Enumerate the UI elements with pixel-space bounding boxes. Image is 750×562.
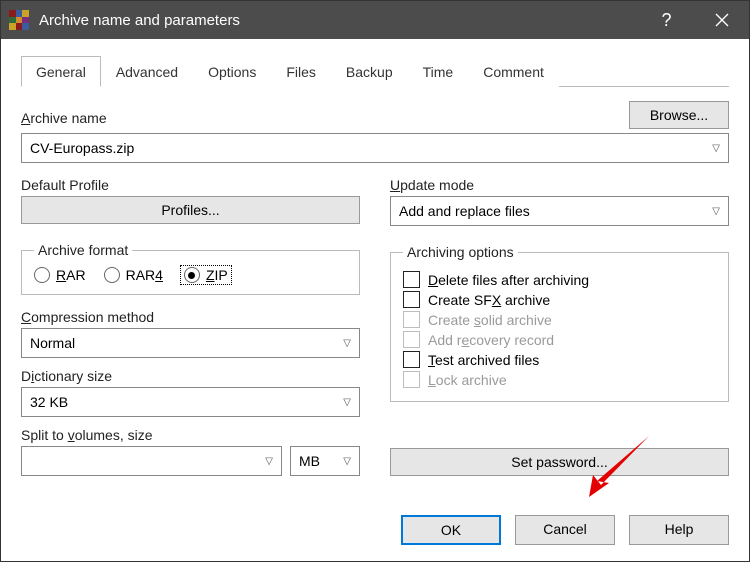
window-title: Archive name and parameters [39, 12, 639, 29]
dialog-body: General Advanced Options Files Backup Ti… [1, 39, 749, 501]
compression-label: Compression method [21, 309, 360, 325]
help-button[interactable]: Help [629, 515, 729, 545]
update-mode-value: Add and replace files [399, 203, 530, 219]
compression-value: Normal [30, 335, 75, 351]
check-recovery: Add recovery record [403, 331, 716, 348]
tab-general[interactable]: General [21, 56, 101, 87]
set-password-button[interactable]: Set password... [390, 448, 729, 476]
winrar-icon [9, 10, 29, 30]
split-unit-value: MB [299, 453, 320, 469]
chevron-down-icon: ▽ [343, 397, 351, 408]
chevron-down-icon: ▽ [343, 456, 351, 467]
cancel-button[interactable]: Cancel [515, 515, 615, 545]
split-size-input[interactable]: ▽ [21, 446, 282, 476]
check-solid: Create solid archive [403, 311, 716, 328]
check-sfx[interactable]: Create SFX archive [403, 291, 716, 308]
tab-time[interactable]: Time [408, 56, 469, 87]
archiving-options-legend: Archiving options [403, 244, 518, 260]
archive-name-value: CV-Europass.zip [30, 140, 134, 156]
right-column: Update mode Add and replace files ▽ Arch… [390, 177, 729, 476]
dictionary-label: Dictionary size [21, 368, 360, 384]
titlebar: Archive name and parameters ? [1, 1, 749, 39]
dictionary-select[interactable]: 32 KB ▽ [21, 387, 360, 417]
tab-comment[interactable]: Comment [468, 56, 559, 87]
profiles-button[interactable]: Profiles... [21, 196, 360, 224]
dialog-window: Archive name and parameters ? General Ad… [0, 0, 750, 562]
radio-rar[interactable]: RAR [34, 267, 86, 283]
chevron-down-icon: ▽ [712, 143, 720, 154]
radio-zip[interactable]: ZIP [181, 266, 231, 284]
archive-name-input[interactable]: CV-Europass.zip ▽ [21, 133, 729, 163]
split-unit-select[interactable]: MB ▽ [290, 446, 360, 476]
split-label: Split to volumes, size [21, 427, 360, 443]
dialog-footer: OK Cancel Help [1, 501, 749, 561]
tab-advanced[interactable]: Advanced [101, 56, 193, 87]
tab-options[interactable]: Options [193, 56, 271, 87]
tab-backup[interactable]: Backup [331, 56, 408, 87]
left-column: Default Profile Profiles... Archive form… [21, 177, 360, 476]
archive-name-label: Archive name [21, 110, 619, 126]
update-mode-select[interactable]: Add and replace files ▽ [390, 196, 729, 226]
ok-button[interactable]: OK [401, 515, 501, 545]
browse-button[interactable]: Browse... [629, 101, 729, 129]
default-profile-label: Default Profile [21, 177, 360, 193]
close-button[interactable] [694, 1, 749, 39]
chevron-down-icon: ▽ [712, 206, 720, 217]
chevron-down-icon: ▽ [265, 456, 273, 467]
archiving-options-group: Archiving options Delete files after arc… [390, 244, 729, 402]
update-mode-label: Update mode [390, 177, 729, 193]
check-test[interactable]: Test archived files [403, 351, 716, 368]
archive-format-group: Archive format RAR RAR4 ZIP [21, 242, 360, 295]
check-delete-after[interactable]: Delete files after archiving [403, 271, 716, 288]
chevron-down-icon: ▽ [343, 338, 351, 349]
help-titlebar-button[interactable]: ? [639, 1, 694, 39]
tab-files[interactable]: Files [271, 56, 331, 87]
compression-select[interactable]: Normal ▽ [21, 328, 360, 358]
check-lock: Lock archive [403, 371, 716, 388]
tab-bar: General Advanced Options Files Backup Ti… [21, 55, 729, 87]
dictionary-value: 32 KB [30, 394, 68, 410]
archive-format-legend: Archive format [34, 242, 132, 258]
radio-rar4[interactable]: RAR4 [104, 267, 163, 283]
